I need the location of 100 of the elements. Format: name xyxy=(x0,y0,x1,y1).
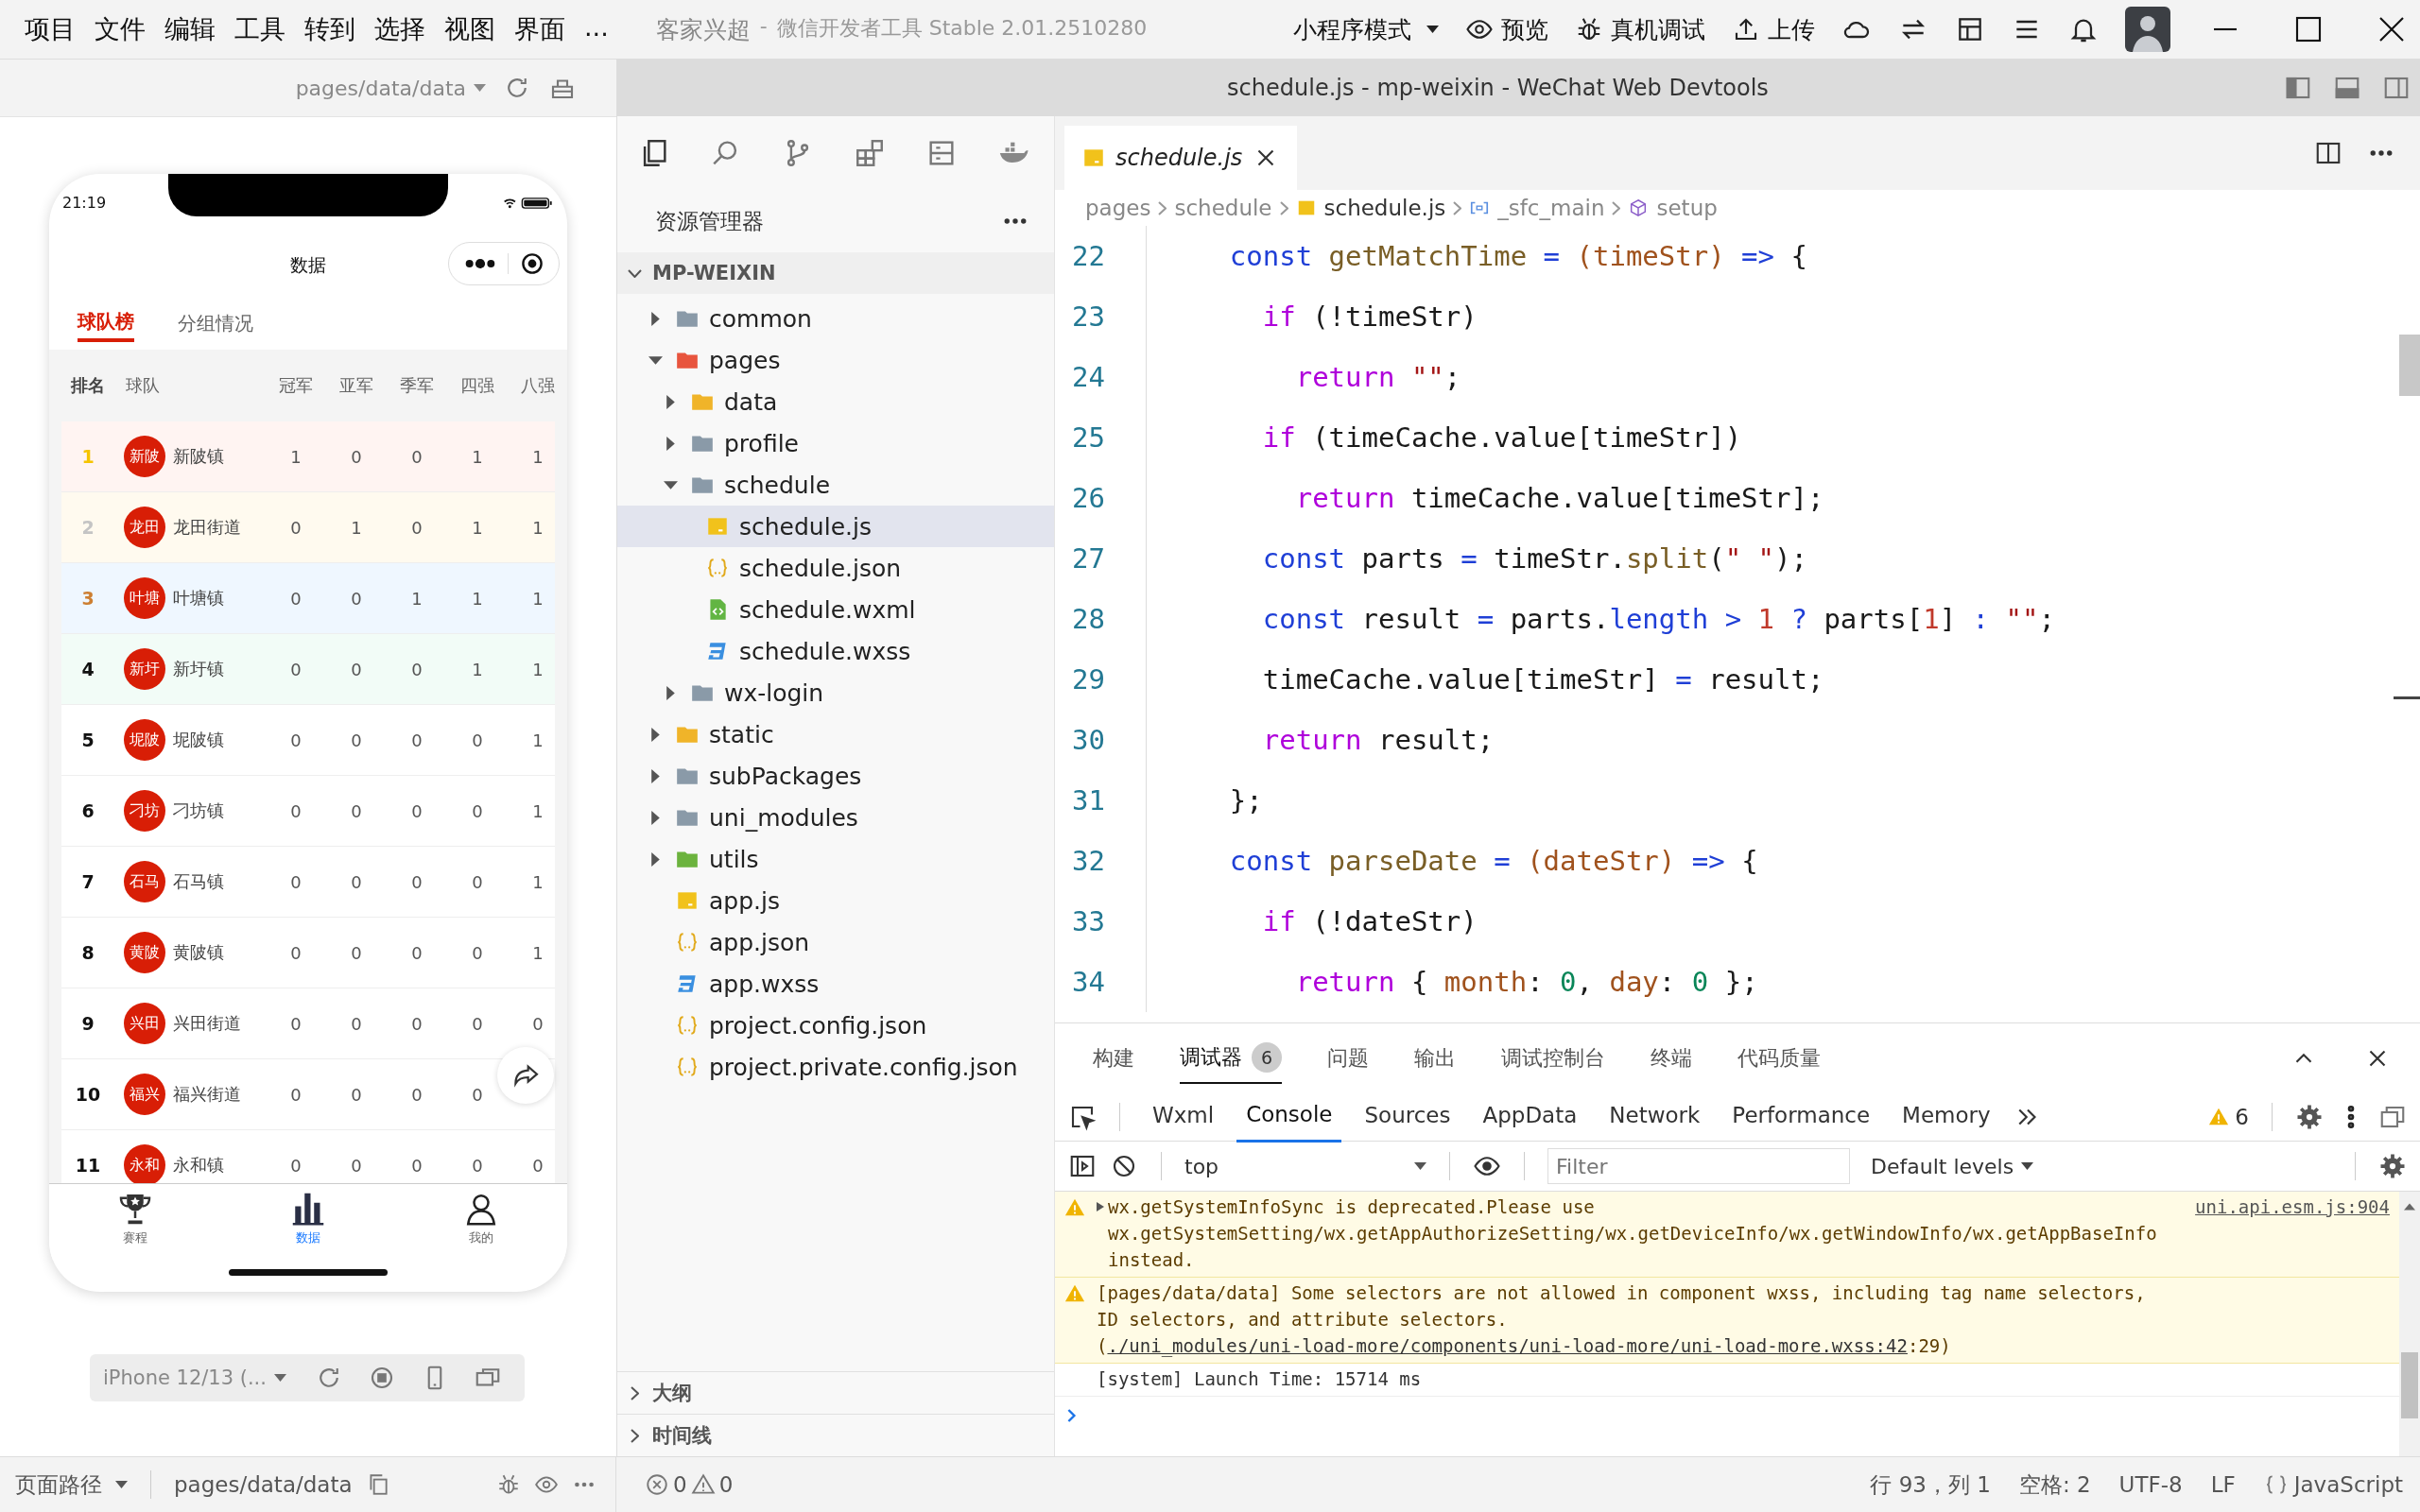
team-row[interactable]: 10 福兴 福兴街道 0 0 0 0 xyxy=(61,1059,555,1130)
tree-item[interactable]: project.config.json xyxy=(617,1005,1054,1046)
menu-item[interactable]: 界面 xyxy=(514,12,565,46)
tab-bar-label[interactable]: 赛程 xyxy=(123,1229,148,1246)
menu-item[interactable]: 编辑 xyxy=(164,12,216,46)
settings-icon[interactable] xyxy=(2378,1152,2407,1180)
more-icon[interactable] xyxy=(464,258,497,269)
toolbar-button[interactable]: 真机调试 xyxy=(1575,13,1705,45)
panel-tab[interactable]: 调试控制台 xyxy=(1501,1035,1605,1082)
tree-item[interactable]: profile xyxy=(617,422,1054,464)
source-link[interactable]: uni.api.esm.js:904 xyxy=(2195,1194,2390,1220)
tree-item[interactable]: static xyxy=(617,713,1054,755)
tree-item[interactable]: utils xyxy=(617,838,1054,880)
avatar[interactable] xyxy=(2125,7,2170,52)
scrollbar-thumb[interactable] xyxy=(2401,1352,2418,1418)
indentation[interactable]: 空格: 2 xyxy=(2018,1469,2091,1500)
team-row[interactable]: 9 兴田 兴田街道 0 0 0 0 0 xyxy=(61,988,555,1059)
filter-field[interactable]: Filter xyxy=(1547,1148,1850,1184)
devtools-tab[interactable]: Wxml xyxy=(1143,1093,1224,1141)
scroll-up-arrow-icon[interactable] xyxy=(2404,1203,2415,1211)
page-tab[interactable]: 分组情况 xyxy=(178,310,253,340)
menu-item[interactable]: 转到 xyxy=(304,12,355,46)
breadcrumb-item[interactable]: schedule xyxy=(1174,196,1272,220)
devtools-tab[interactable]: Memory xyxy=(1893,1093,2000,1141)
breadcrumb-item[interactable]: setup xyxy=(1656,196,1718,220)
tree-item[interactable]: data xyxy=(617,381,1054,422)
devtools-tab[interactable]: Performance xyxy=(1722,1093,1880,1141)
levels-dropdown[interactable]: Default levels xyxy=(1871,1154,2034,1178)
warning-counter[interactable]: 6 xyxy=(2208,1105,2249,1129)
breadcrumb-item[interactable]: pages xyxy=(1085,196,1151,220)
scrollbar[interactable] xyxy=(2399,1192,2420,1456)
panel-tab[interactable]: 代码质量 xyxy=(1737,1035,1821,1082)
team-row[interactable]: 11 永和 永和镇 0 0 0 0 0 xyxy=(61,1130,555,1183)
code-line: const getMatchTime = (timeStr) => { xyxy=(1146,226,1807,286)
panel-tab[interactable]: 调试器 6 xyxy=(1180,1033,1282,1084)
menu-item[interactable]: 选择 xyxy=(374,12,425,46)
tree-item[interactable]: wx-login xyxy=(617,672,1054,713)
tree-item[interactable]: app.js xyxy=(617,880,1054,921)
breadcrumb-item[interactable]: _sfc_main xyxy=(1497,196,1605,220)
extensions-icon[interactable] xyxy=(854,137,886,169)
breadcrumb-item[interactable]: schedule.js xyxy=(1323,196,1446,220)
tab-bar-label[interactable]: 数据 xyxy=(296,1229,320,1246)
toolbar-button[interactable]: 上传 xyxy=(1732,13,1815,45)
context-dropdown[interactable]: top xyxy=(1184,1154,1426,1178)
team-row[interactable]: 8 黄陂 黄陂镇 0 0 0 0 1 xyxy=(61,918,555,988)
tree-item[interactable]: common xyxy=(617,298,1054,339)
prompt-icon[interactable] xyxy=(1066,1407,1078,1424)
tree-item[interactable]: schedule.json xyxy=(617,547,1054,589)
menu-item[interactable]: 视图 xyxy=(444,12,495,46)
file-link[interactable]: ./uni_modules/uni-load-more/components/uni-load-more/uni-load-more.wxss:42 xyxy=(1107,1335,1908,1356)
devtools-tab[interactable]: Network xyxy=(1599,1093,1710,1141)
panel-tab[interactable]: 终端 xyxy=(1651,1035,1692,1082)
line-ending[interactable]: LF xyxy=(2210,1472,2236,1497)
mode-dropdown[interactable]: 小程序模式 xyxy=(1293,13,1439,45)
encoding[interactable]: UTF-8 xyxy=(2118,1472,2183,1497)
settings-icon[interactable] xyxy=(2295,1103,2324,1131)
maximize-button[interactable] xyxy=(2293,14,2324,44)
panel-tab[interactable]: 输出 xyxy=(1414,1035,1456,1082)
team-row[interactable]: 3 叶塘 叶塘镇 0 0 1 1 1 xyxy=(61,563,555,634)
team-row[interactable]: 1 新陂 新陂镇 1 0 0 1 1 xyxy=(61,421,555,492)
menu-item[interactable]: 文件 xyxy=(95,12,146,46)
panel-tab[interactable]: 构建 xyxy=(1093,1035,1134,1082)
tab-bar-label[interactable]: 我的 xyxy=(468,1229,493,1246)
close-target-icon[interactable] xyxy=(520,252,544,275)
toolbar-button[interactable]: 预览 xyxy=(1465,13,1548,45)
tree-item[interactable]: project.private.config.json xyxy=(617,1046,1054,1088)
menu-item[interactable]: 项目 xyxy=(25,12,76,46)
tree-item[interactable]: subPackages xyxy=(617,755,1054,797)
team-row[interactable]: 4 新圩 新圩镇 0 0 0 1 1 xyxy=(61,634,555,705)
devtools-tab[interactable]: AppData xyxy=(1473,1093,1587,1141)
scrollbar-thumb[interactable] xyxy=(2399,335,2420,396)
devtools-tab[interactable]: Sources xyxy=(1355,1093,1461,1141)
tree-item[interactable]: app.wxss xyxy=(617,963,1054,1005)
team-row[interactable]: 7 石马 石马镇 0 0 0 0 1 xyxy=(61,847,555,918)
tree-item[interactable]: app.json xyxy=(617,921,1054,963)
team-row[interactable]: 5 坭陂 坭陂镇 0 0 0 0 1 xyxy=(61,705,555,776)
tree-item[interactable]: schedule.js xyxy=(617,506,1054,547)
tree-item[interactable]: pages xyxy=(617,339,1054,381)
page-path-dropdown[interactable]: 页面路径 xyxy=(15,1469,128,1500)
tree-item[interactable]: schedule.wxss xyxy=(617,630,1054,672)
tree-item[interactable]: uni_modules xyxy=(617,797,1054,838)
capsule-menu[interactable] xyxy=(448,242,560,285)
workspace-header[interactable]: MP-WEIXIN xyxy=(617,252,1054,294)
problems-counter[interactable]: 0 0 xyxy=(645,1472,734,1497)
tree-item[interactable]: schedule xyxy=(617,464,1054,506)
team-row[interactable]: 2 龙田 龙田街道 0 1 0 1 1 xyxy=(61,492,555,563)
page-tab[interactable]: 球队榜 xyxy=(78,308,134,342)
stat-value: 1 xyxy=(472,659,483,679)
devtools-tab[interactable]: Console xyxy=(1236,1091,1342,1143)
editor-tab[interactable]: schedule.js xyxy=(1064,126,1298,190)
team-row[interactable]: 6 刁坊 刁坊镇 0 0 0 0 1 xyxy=(61,776,555,847)
panel-tab[interactable]: 问题 xyxy=(1327,1035,1369,1082)
cursor-position[interactable]: 行 93，列 1 xyxy=(1870,1469,1991,1500)
line-number: 33 xyxy=(1071,905,1106,937)
menu-item[interactable]: 工具 xyxy=(234,12,285,46)
section-header[interactable]: 大纲 xyxy=(617,1371,1054,1414)
menu-item[interactable]: ... xyxy=(584,12,609,46)
language-mode[interactable]: JavaScript xyxy=(2263,1472,2403,1497)
expand-triangle-icon[interactable] xyxy=(1097,1202,1104,1211)
tree-item[interactable]: schedule.wxml xyxy=(617,589,1054,630)
